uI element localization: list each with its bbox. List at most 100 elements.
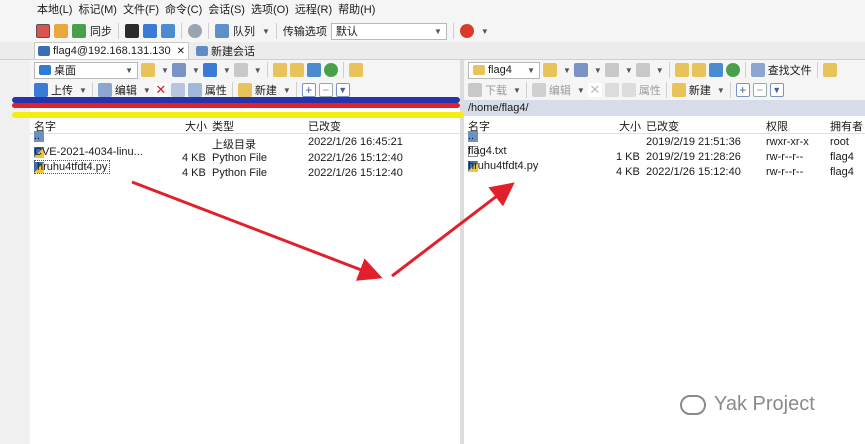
filter-select-icon[interactable]: ▼ bbox=[335, 83, 350, 97]
edit-button[interactable]: 编辑 bbox=[115, 82, 137, 98]
toolbar-separator bbox=[816, 62, 818, 78]
local-file-list-header: 名字 大小 类型 已改变 bbox=[30, 118, 460, 134]
refresh-icon[interactable] bbox=[323, 63, 338, 77]
open-folder-icon[interactable] bbox=[543, 63, 557, 77]
table-row[interactable]: .. 2019/2/19 21:51:36 rwxr-xr-x root bbox=[464, 130, 865, 152]
column-type[interactable]: 类型 bbox=[212, 118, 234, 134]
queue-icon bbox=[215, 24, 229, 38]
synchronize-browsing-icon[interactable] bbox=[54, 24, 68, 38]
menu-mark[interactable]: 标记(M) bbox=[75, 0, 120, 20]
plus-icon[interactable]: + bbox=[301, 83, 316, 97]
column-size[interactable]: 大小 bbox=[619, 118, 641, 134]
upload-button[interactable]: 上传 bbox=[51, 82, 73, 98]
filter-icon[interactable] bbox=[573, 63, 588, 77]
sync-icon[interactable] bbox=[72, 24, 86, 38]
minus-icon[interactable]: − bbox=[752, 83, 767, 97]
root-directory-icon[interactable] bbox=[289, 63, 304, 77]
table-row[interactable]: hruhu4tfdt4.py 4 KB Python File 2022/1/2… bbox=[30, 160, 460, 183]
menu-command[interactable]: 命令(C) bbox=[162, 0, 205, 20]
edit-icon bbox=[531, 83, 546, 97]
column-size[interactable]: 大小 bbox=[185, 118, 207, 134]
gear-icon[interactable] bbox=[188, 24, 202, 38]
menu-bar: 本地(L) 标记(M) 文件(F) 命令(C) 会话(S) 选项(O) 远程(R… bbox=[0, 0, 865, 20]
terminal-icon[interactable] bbox=[161, 24, 175, 38]
refresh-icon[interactable] bbox=[725, 63, 740, 77]
column-modified[interactable]: 已改变 bbox=[646, 118, 679, 134]
new-button[interactable]: 新建 bbox=[255, 82, 277, 98]
rename-icon[interactable] bbox=[604, 83, 619, 97]
forward-arrow-icon[interactable] bbox=[233, 63, 248, 77]
compare-directories-icon[interactable] bbox=[36, 24, 50, 38]
putty-icon[interactable] bbox=[143, 24, 157, 38]
file-modified: 2019/2/19 21:28:26 bbox=[646, 151, 741, 163]
filter-select-icon[interactable]: ▼ bbox=[769, 83, 784, 97]
column-owner[interactable]: 拥有者 bbox=[830, 118, 863, 134]
chevron-down-icon[interactable]: ▼ bbox=[254, 66, 262, 75]
column-modified[interactable]: 已改变 bbox=[308, 118, 341, 134]
menu-help[interactable]: 帮助(H) bbox=[335, 0, 378, 20]
chevron-down-icon[interactable]: ▼ bbox=[594, 66, 602, 75]
bookmarks-icon[interactable] bbox=[348, 63, 363, 77]
download-button[interactable]: 下载 bbox=[485, 82, 507, 98]
root-directory-icon[interactable] bbox=[691, 63, 706, 77]
minus-icon[interactable]: − bbox=[318, 83, 333, 97]
file-permissions: rwxr-xr-x bbox=[766, 136, 809, 148]
chevron-down-icon[interactable]: ▼ bbox=[143, 86, 151, 95]
chevron-down-icon[interactable]: ▼ bbox=[625, 66, 633, 75]
chevron-down-icon[interactable]: ▼ bbox=[262, 27, 270, 36]
chevron-down-icon[interactable]: ▼ bbox=[577, 86, 585, 95]
home-icon[interactable] bbox=[306, 63, 321, 77]
chevron-down-icon[interactable]: ▼ bbox=[481, 27, 489, 36]
properties-button[interactable]: 属性 bbox=[205, 82, 227, 98]
rename-icon[interactable] bbox=[170, 83, 185, 97]
queue-button[interactable]: 队列 bbox=[233, 23, 255, 39]
chevron-down-icon[interactable]: ▼ bbox=[656, 66, 664, 75]
sync-button[interactable]: 同步 bbox=[90, 23, 112, 39]
forward-arrow-icon[interactable] bbox=[635, 63, 650, 77]
table-row[interactable]: hruhu4tfdt4.py 4 KB 2022/1/26 15:12:40 r… bbox=[464, 160, 865, 182]
chevron-down-icon[interactable]: ▼ bbox=[79, 86, 87, 95]
file-size: 4 KB bbox=[182, 152, 206, 164]
local-location-select[interactable]: 桌面 ▼ bbox=[34, 61, 138, 79]
menu-options[interactable]: 选项(O) bbox=[248, 0, 292, 20]
bookmarks-icon[interactable] bbox=[822, 63, 837, 77]
upload-icon bbox=[34, 83, 48, 97]
menu-session[interactable]: 会话(S) bbox=[205, 0, 248, 20]
chevron-down-icon[interactable]: ▼ bbox=[223, 66, 231, 75]
chevron-down-icon[interactable]: ▼ bbox=[161, 66, 169, 75]
delete-icon[interactable]: ✕ bbox=[153, 83, 168, 97]
file-type: Python File bbox=[212, 152, 268, 164]
find-files-button[interactable]: 查找文件 bbox=[768, 62, 812, 78]
tab-session-active[interactable]: flag4@192.168.131.130 ✕ bbox=[34, 42, 189, 59]
tab-new-session[interactable]: 新建会话 bbox=[193, 42, 258, 59]
remote-location-select[interactable]: flag4 ▼ bbox=[468, 61, 540, 79]
column-permissions[interactable]: 权限 bbox=[766, 118, 788, 134]
transfer-mode-select[interactable]: 默认 ▼ bbox=[330, 22, 447, 40]
edit-button[interactable]: 编辑 bbox=[549, 82, 571, 98]
delete-icon[interactable]: ✕ bbox=[587, 83, 602, 97]
filter-icon[interactable] bbox=[171, 63, 186, 77]
menu-remote[interactable]: 远程(R) bbox=[292, 0, 335, 20]
parent-directory-icon[interactable] bbox=[674, 63, 689, 77]
menu-file[interactable]: 文件(F) bbox=[120, 0, 162, 20]
console-icon[interactable] bbox=[125, 24, 139, 38]
menu-local[interactable]: 本地(L) bbox=[34, 0, 75, 20]
open-folder-icon[interactable] bbox=[141, 63, 155, 77]
chevron-down-icon[interactable]: ▼ bbox=[563, 66, 571, 75]
parent-directory-icon[interactable] bbox=[272, 63, 287, 77]
close-icon[interactable]: ✕ bbox=[177, 46, 185, 57]
plus-icon[interactable]: + bbox=[735, 83, 750, 97]
properties-icon bbox=[621, 83, 636, 97]
back-arrow-icon[interactable] bbox=[202, 63, 217, 77]
file-name: hruhu4tfdt4.py bbox=[468, 160, 539, 172]
new-button[interactable]: 新建 bbox=[689, 82, 711, 98]
chevron-down-icon[interactable]: ▼ bbox=[717, 86, 725, 95]
chevron-down-icon[interactable]: ▼ bbox=[513, 86, 521, 95]
home-icon[interactable] bbox=[708, 63, 723, 77]
chevron-down-icon[interactable]: ▼ bbox=[283, 86, 291, 95]
properties-button[interactable]: 属性 bbox=[639, 82, 661, 98]
toolbar-separator bbox=[231, 82, 233, 98]
back-arrow-icon[interactable] bbox=[604, 63, 619, 77]
chevron-down-icon[interactable]: ▼ bbox=[192, 66, 200, 75]
transfer-settings-icon[interactable] bbox=[459, 24, 474, 38]
